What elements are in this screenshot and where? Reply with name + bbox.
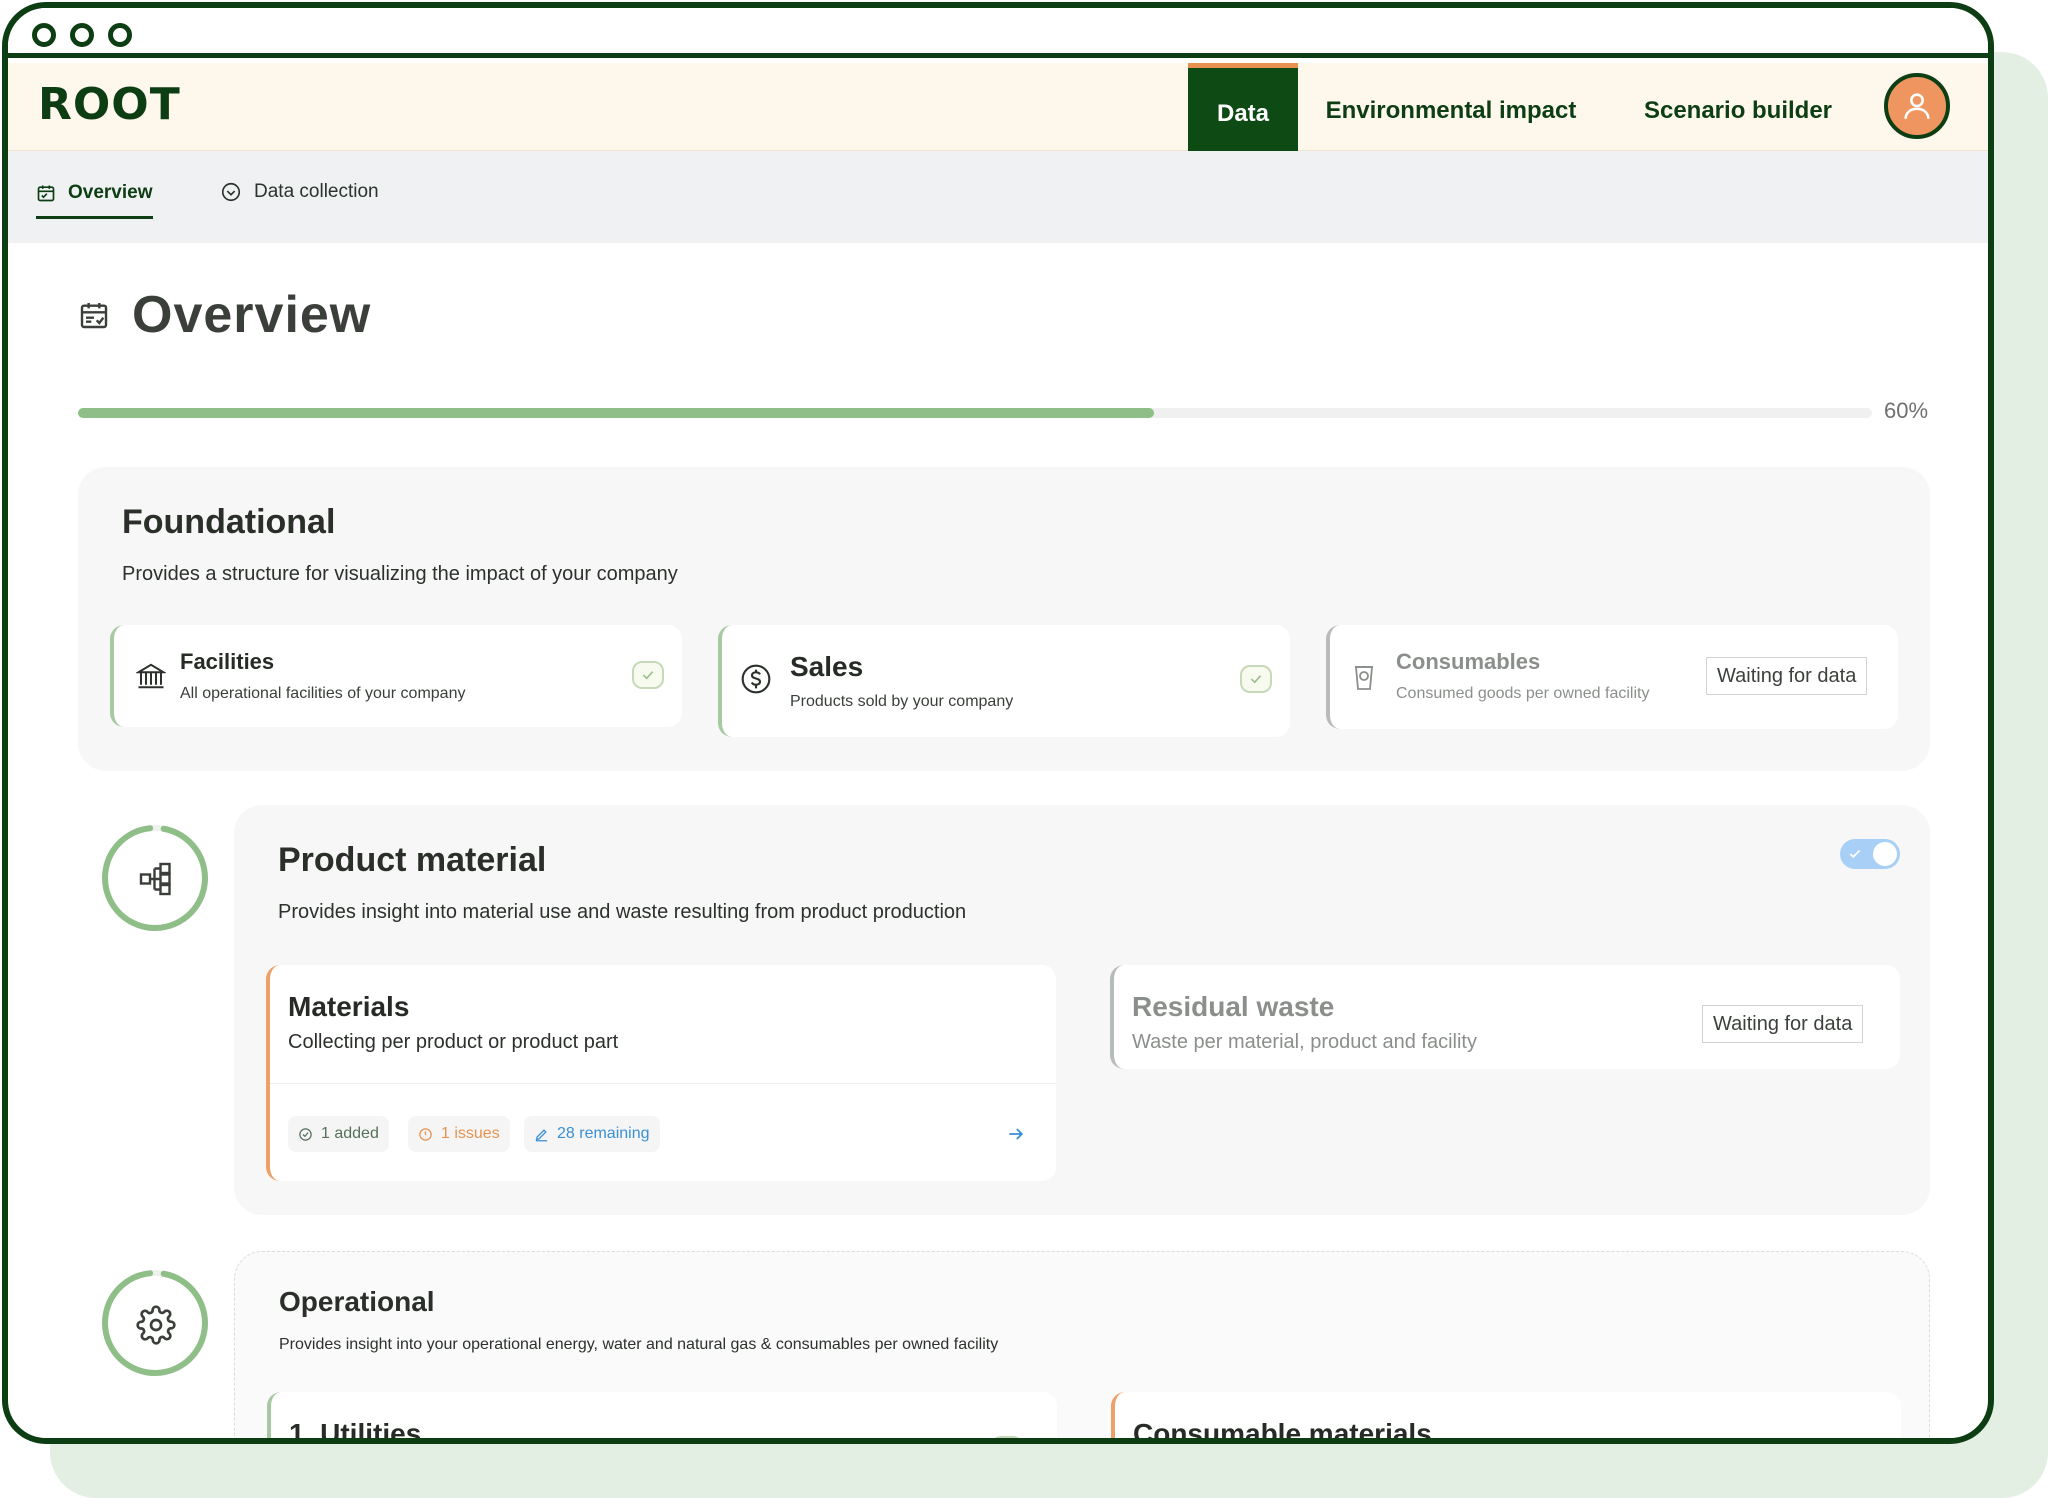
utilities-card[interactable]: 1. Utilities: [267, 1392, 1057, 1444]
nav-tab-data[interactable]: Data: [1188, 63, 1298, 159]
card-title: Materials: [288, 991, 410, 1022]
complete-check-icon: [991, 1436, 1023, 1438]
card-subtitle: Waste per material, product and facility: [1132, 1031, 1477, 1053]
card-subtitle: All operational facilities of your compa…: [180, 685, 466, 702]
chip-label: 1 issues: [441, 1125, 500, 1142]
window-minimize-dot[interactable]: [70, 23, 94, 47]
section-description: Provides insight into material use and w…: [278, 901, 967, 923]
nav-tab-label: Data: [1216, 99, 1270, 127]
card-subtitle: Products sold by your company: [790, 693, 1014, 710]
nav-tab-label: Environmental impact: [1325, 97, 1577, 124]
sales-card[interactable]: Sales Products sold by your company: [718, 625, 1290, 737]
hierarchy-icon: [139, 862, 171, 896]
section-description: Provides insight into your operational e…: [279, 1336, 999, 1353]
chip-label: 1 added: [321, 1125, 379, 1142]
card-title: Consumable materials: [1133, 1418, 1432, 1444]
dollar-icon: [741, 664, 771, 694]
subtab-label: Overview: [68, 181, 153, 203]
arrow-right-icon[interactable]: [1006, 1124, 1026, 1144]
calendar-icon: [80, 303, 108, 329]
issues-chip[interactable]: 1 issues: [408, 1116, 510, 1152]
card-title: Residual waste: [1132, 991, 1335, 1022]
nav-tab-environmental-impact[interactable]: Environmental impact: [1316, 63, 1586, 159]
page-title: Overview: [78, 285, 371, 345]
toggle-knob: [1873, 842, 1897, 866]
card-subtitle: Consumed goods per owned facility: [1396, 685, 1650, 702]
warning-circle-icon: [419, 1127, 432, 1141]
section-title: Product material: [278, 841, 547, 879]
gear-icon: [136, 1305, 176, 1345]
app-logo[interactable]: ROOT: [38, 79, 181, 130]
product-material-section: Product material Provides insight into m…: [234, 805, 1930, 1215]
card-title: Consumables: [1396, 649, 1541, 674]
main-content: Overview 60% Foundational Provides a str…: [44, 243, 1964, 1444]
waiting-badge: Waiting for data: [1706, 657, 1868, 695]
progress-bar-fill: [78, 408, 1155, 418]
remaining-chip[interactable]: 28 remaining: [524, 1116, 660, 1152]
cup-icon: [1355, 666, 1373, 690]
subtab-data-collection[interactable]: Data collection: [220, 169, 379, 215]
waiting-badge: Waiting for data: [1702, 1005, 1864, 1043]
subtab-label: Data collection: [254, 181, 379, 202]
sub-navigation: Overview Data collection: [8, 151, 1988, 243]
complete-check-icon: [1240, 665, 1272, 693]
window-close-dot[interactable]: [32, 23, 56, 47]
top-navigation: ROOT Data Environmental impact Scenario …: [8, 63, 1988, 159]
check-icon: [1849, 849, 1861, 859]
browser-window: ROOT Data Environmental impact Scenario …: [2, 2, 1994, 1444]
chip-label: 28 remaining: [557, 1125, 650, 1142]
building-icon: [136, 663, 166, 689]
user-icon: [1904, 93, 1930, 119]
operational-section: Operational Provides insight into your o…: [234, 1251, 1930, 1444]
window-titlebar: [8, 8, 1988, 58]
progress-bar: [78, 408, 1872, 418]
card-footer: 1 added 1 issues 28 remaining: [270, 1083, 1056, 1181]
card-title: 1. Utilities: [289, 1418, 422, 1444]
calendar-icon: [37, 185, 55, 201]
subtab-overview[interactable]: Overview: [36, 169, 153, 219]
check-circle-icon: [299, 1127, 312, 1141]
facilities-card[interactable]: Facilities All operational facilities of…: [110, 625, 682, 727]
nav-tab-label: Scenario builder: [1643, 97, 1833, 124]
user-avatar[interactable]: [1884, 73, 1950, 139]
section-title: Operational: [279, 1286, 435, 1317]
foundational-section: Foundational Provides a structure for vi…: [78, 467, 1930, 771]
materials-card[interactable]: Materials Collecting per product or prod…: [266, 965, 1056, 1181]
added-chip[interactable]: 1 added: [288, 1116, 389, 1152]
consumables-card[interactable]: Consumables Consumed goods per owned fac…: [1326, 625, 1898, 729]
complete-check-icon: [632, 661, 664, 689]
page-title-text: Overview: [132, 286, 372, 344]
residual-waste-card[interactable]: Residual waste Waste per material, produ…: [1110, 965, 1900, 1069]
section-toggle[interactable]: [1840, 839, 1900, 869]
card-subtitle: Collecting per product or product part: [288, 1031, 619, 1053]
consumable-materials-card[interactable]: Consumable materials: [1111, 1392, 1901, 1444]
pencil-icon: [535, 1128, 548, 1141]
section-title: Foundational: [122, 503, 336, 541]
window-maximize-dot[interactable]: [108, 23, 132, 47]
section-description: Provides a structure for visualizing the…: [122, 563, 678, 585]
progress-percent: 60%: [1884, 398, 1929, 423]
card-title: Facilities: [180, 649, 275, 674]
nav-tab-scenario-builder[interactable]: Scenario builder: [1628, 63, 1848, 159]
chevron-circle-icon: [221, 182, 241, 202]
card-title: Sales: [790, 651, 864, 682]
